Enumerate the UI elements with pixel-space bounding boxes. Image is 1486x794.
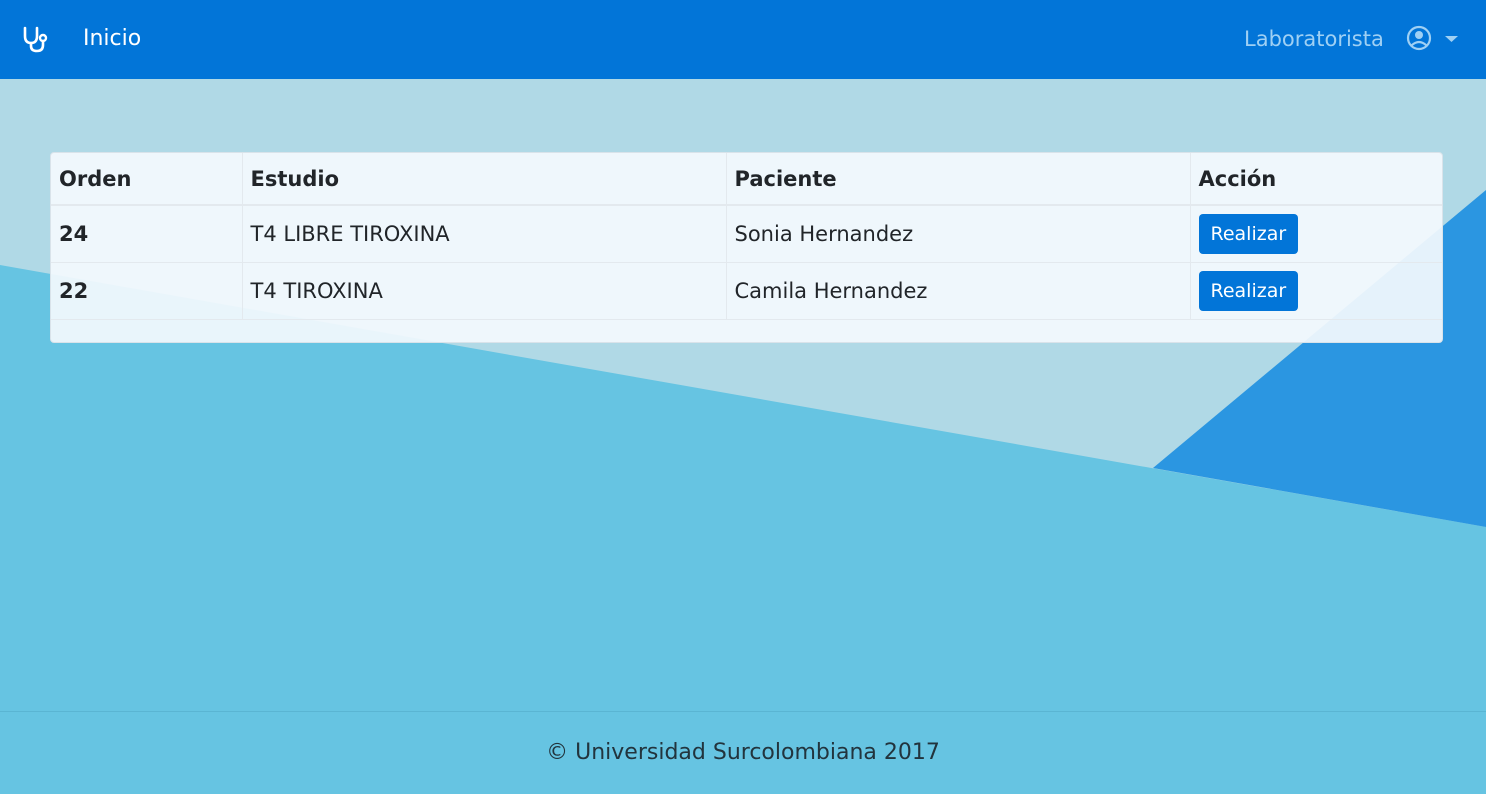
top-navbar: Inicio Laboratorista <box>0 0 1486 79</box>
column-header-paciente: Paciente <box>726 153 1191 206</box>
nav-user-label[interactable]: Laboratorista <box>1244 24 1384 54</box>
estudio-cell: T4 LIBRE TIROXINA <box>242 205 727 263</box>
realizar-button[interactable]: Realizar <box>1198 270 1299 311</box>
user-dropdown-toggle[interactable] <box>1405 24 1461 54</box>
table-header-row: Orden Estudio Paciente Acción <box>51 153 1442 206</box>
paciente-cell: Camila Hernandez <box>726 262 1191 320</box>
caret-down-icon <box>1445 36 1458 42</box>
orders-card: Orden Estudio Paciente Acción 24 T4 LIBR… <box>50 152 1443 343</box>
column-header-orden: Orden <box>51 153 243 206</box>
user-circle-icon <box>1406 25 1432 51</box>
orders-table: Orden Estudio Paciente Acción 24 T4 LIBR… <box>51 153 1442 320</box>
table-row: 24 T4 LIBRE TIROXINA Sonia Hernandez Rea… <box>51 205 1442 263</box>
realizar-button[interactable]: Realizar <box>1198 213 1299 254</box>
accion-cell: Realizar <box>1190 262 1442 320</box>
footer-copyright: © Universidad Surcolombiana 2017 <box>546 740 940 765</box>
stethoscope-icon[interactable] <box>20 24 50 54</box>
nav-home-link[interactable]: Inicio <box>83 24 141 54</box>
orden-cell: 24 <box>51 205 243 263</box>
accion-cell: Realizar <box>1190 205 1442 263</box>
orden-cell: 22 <box>51 262 243 320</box>
column-header-accion: Acción <box>1190 153 1442 206</box>
paciente-cell: Sonia Hernandez <box>726 205 1191 263</box>
background-shapes <box>0 0 1486 794</box>
page-footer: © Universidad Surcolombiana 2017 <box>0 711 1486 794</box>
estudio-cell: T4 TIROXINA <box>242 262 727 320</box>
table-row: 22 T4 TIROXINA Camila Hernandez Realizar <box>51 262 1442 320</box>
column-header-estudio: Estudio <box>242 153 727 206</box>
